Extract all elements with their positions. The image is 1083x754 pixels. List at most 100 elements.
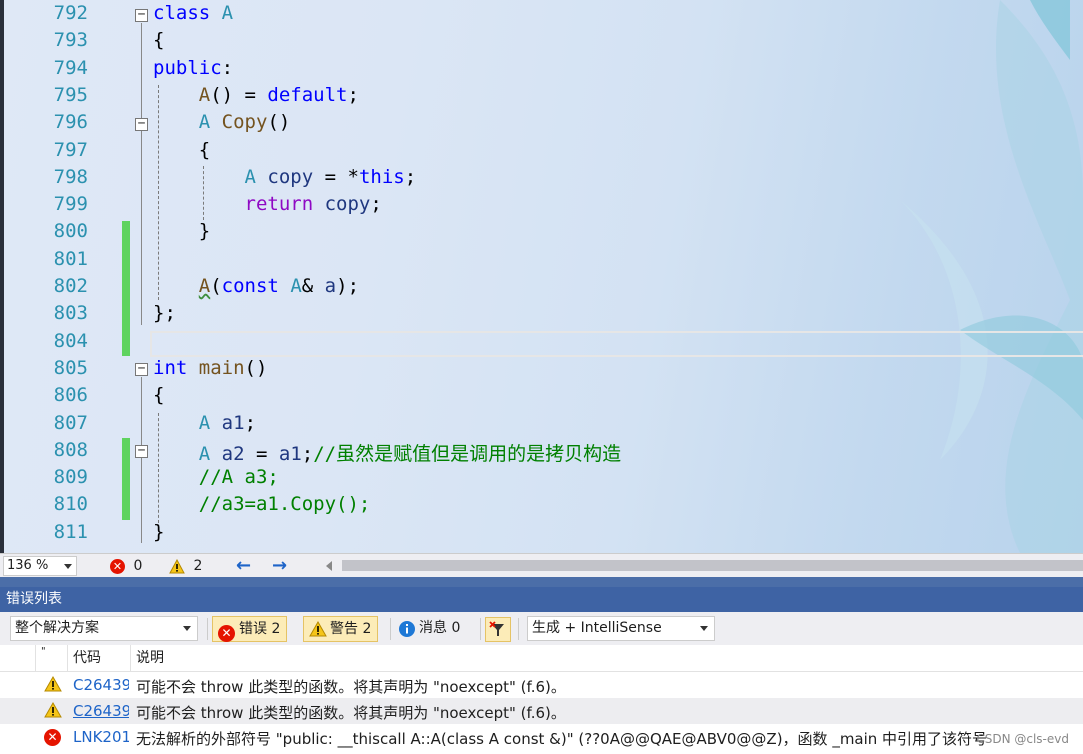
scroll-left-icon[interactable]	[326, 561, 332, 571]
code-token: {	[153, 384, 165, 407]
code-token: A	[198, 83, 211, 106]
filter-icon[interactable]	[485, 617, 511, 642]
warning-count: 2	[193, 558, 203, 574]
column-header-description-label: 说明	[136, 650, 164, 666]
code-line[interactable]: 795 A() = default;	[0, 82, 1083, 109]
code-token: };	[153, 302, 176, 325]
panel-title: 错误列表	[0, 587, 1083, 612]
column-header-description[interactable]: 说明	[131, 645, 1083, 672]
source-dropdown[interactable]: 生成 + IntelliSense	[527, 616, 715, 641]
line-number: 800	[53, 220, 88, 243]
code-token: ;	[404, 165, 417, 188]
code-line[interactable]: 805 int main()	[0, 355, 1083, 382]
code-line[interactable]: 794 public:	[0, 55, 1083, 82]
column-header-code-label: 代码	[73, 650, 101, 666]
toolbar-separator	[480, 618, 481, 640]
code-token: A	[244, 165, 256, 188]
code-token: );	[336, 275, 360, 297]
chevron-down-icon	[700, 626, 708, 631]
code-text: return copy;	[153, 193, 382, 215]
code-line[interactable]: 797 {	[0, 137, 1083, 164]
code-line[interactable]: 801	[0, 246, 1083, 273]
horizontal-scrollbar[interactable]	[326, 559, 1083, 573]
code-text: class A	[153, 2, 233, 24]
code-line[interactable]: 803};	[0, 300, 1083, 327]
error-icon: ✕	[44, 728, 61, 746]
code-line[interactable]: 809 //A a3;	[0, 464, 1083, 491]
arrow-right-icon[interactable]: →	[272, 555, 287, 576]
code-line[interactable]: 811}	[0, 519, 1083, 546]
error-code-link[interactable]: LNK2019	[73, 728, 129, 746]
code-line[interactable]: 798 A copy = *this;	[0, 164, 1083, 191]
code-token: return	[244, 193, 314, 216]
arrow-left-icon[interactable]: ←	[236, 555, 251, 576]
code-token: = *	[313, 165, 359, 188]
code-line[interactable]: 807 A a1;	[0, 410, 1083, 437]
code-line[interactable]: 799 return copy;	[0, 191, 1083, 218]
table-row[interactable]: ✕ LNK2019 无法解析的外部符号 "public: __thiscall A:…	[0, 724, 1083, 750]
code-text: }	[153, 220, 210, 242]
code-line[interactable]: 802 A(const A& a);	[0, 273, 1083, 300]
line-number: 797	[53, 138, 88, 161]
code-line[interactable]: 800 }	[0, 218, 1083, 245]
errors-filter-label: 错误 2	[239, 621, 281, 637]
code-text: A(const A& a);	[153, 275, 359, 297]
errors-filter-button[interactable]: ✕ 错误 2	[212, 616, 288, 645]
messages-filter-button[interactable]: 消息 0	[393, 616, 466, 642]
code-token: {	[153, 29, 165, 52]
code-text: int main()	[153, 357, 267, 379]
code-editor[interactable]: − − − − 792 class A 793{794 public: 795 A() …	[0, 0, 1083, 553]
table-row[interactable]: C26439 可能不会 throw 此类型的函数。将其声明为 "noexcept"…	[0, 672, 1083, 698]
column-header-severity[interactable]	[0, 645, 36, 672]
table-row[interactable]: C26439 可能不会 throw 此类型的函数。将其声明为 "noexcept"…	[0, 698, 1083, 724]
error-icon: ✕	[218, 621, 235, 645]
code-line[interactable]: 808 A a2 = a1;//虽然是赋值但是调用的是拷贝构造	[0, 437, 1083, 465]
code-token: {	[153, 138, 211, 161]
line-number: 807	[53, 411, 88, 434]
code-token: =	[244, 442, 279, 465]
column-header-sort[interactable]: "	[36, 645, 68, 672]
error-description: 无法解析的外部符号 "public: __thiscall A::A(class…	[136, 730, 988, 748]
error-count-indicator[interactable]: ✕ 0	[110, 557, 142, 575]
code-token: ;	[301, 442, 314, 465]
zoom-dropdown[interactable]: 136 %	[3, 556, 77, 576]
code-token: copy	[267, 165, 314, 188]
line-number: 804	[53, 329, 88, 352]
code-text: //a3=a1.Copy();	[153, 493, 371, 516]
code-text: A() = default;	[153, 84, 359, 106]
code-line[interactable]: 806 {	[0, 382, 1083, 409]
warning-count-indicator[interactable]: 2	[169, 557, 202, 575]
error-list-toolbar: 整个解决方案 ✕ 错误 2 警告 2 消息 0 生成 + IntelliSens…	[0, 612, 1083, 645]
warning-icon	[44, 675, 62, 696]
scrollbar-thumb[interactable]	[342, 560, 1083, 571]
code-text: {	[153, 29, 164, 51]
error-code-link[interactable]: C26439	[73, 702, 129, 720]
code-token: ()	[267, 111, 291, 134]
code-token: this	[358, 165, 405, 188]
code-token: }	[153, 220, 211, 243]
code-line[interactable]: 793 {	[0, 27, 1083, 54]
code-token: default	[267, 83, 348, 106]
scope-dropdown[interactable]: 整个解决方案	[10, 616, 198, 641]
code-token: ()	[244, 356, 268, 379]
error-code-link[interactable]: C26439	[73, 676, 129, 694]
line-number: 805	[53, 356, 88, 379]
code-line[interactable]: 804	[0, 328, 1083, 355]
code-line[interactable]: 810 //a3=a1.Copy();	[0, 491, 1083, 518]
line-number: 806	[53, 384, 88, 407]
code-line[interactable]: 792 class A	[0, 0, 1083, 27]
column-header-code[interactable]: 代码	[68, 645, 131, 672]
code-token: () =	[210, 83, 268, 106]
code-text: {	[153, 384, 164, 406]
watermark: CSDN @cls-evd	[976, 732, 1069, 746]
warnings-filter-button[interactable]: 警告 2	[303, 616, 379, 642]
code-line[interactable]: 796 A Copy()	[0, 109, 1083, 136]
code-token: //a3=a1.Copy();	[198, 493, 371, 516]
messages-filter-label: 消息 0	[419, 620, 461, 636]
panel-splitter[interactable]	[0, 577, 1083, 587]
